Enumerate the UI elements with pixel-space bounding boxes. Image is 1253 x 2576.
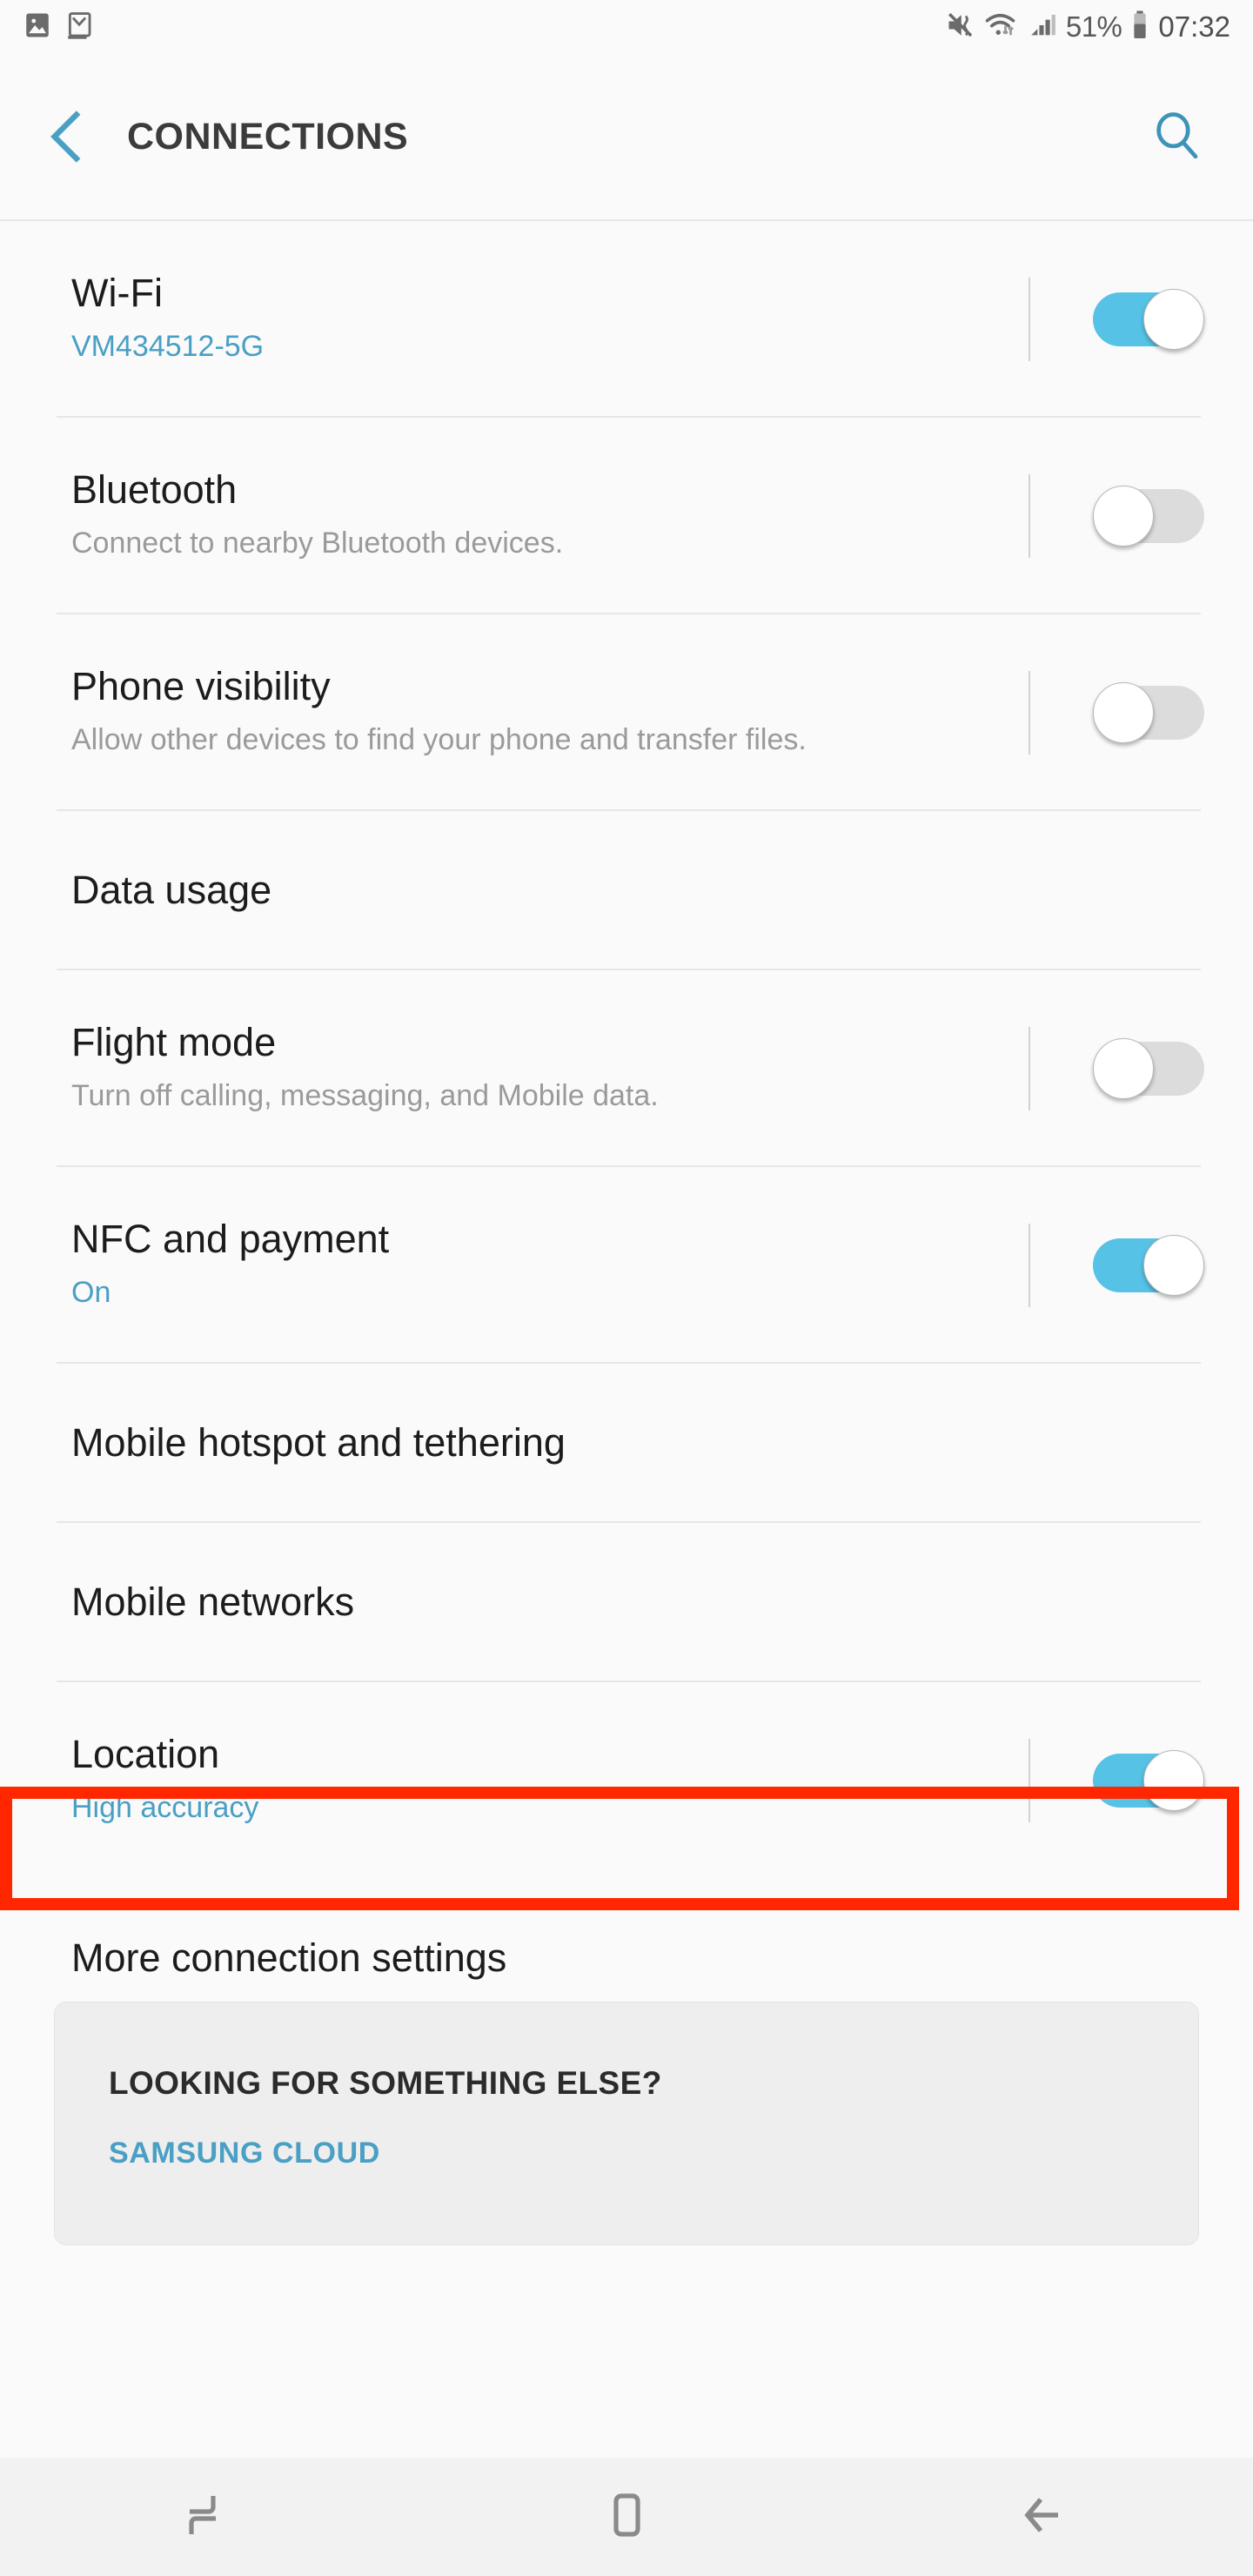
toggle-thumb bbox=[1093, 1038, 1154, 1099]
control-divider bbox=[1029, 1739, 1030, 1822]
back-chevron-icon[interactable] bbox=[16, 110, 118, 164]
bluetooth-toggle[interactable] bbox=[1093, 486, 1204, 547]
control-divider bbox=[1029, 474, 1030, 558]
row-control bbox=[1029, 1027, 1204, 1110]
toggle-thumb bbox=[1143, 1750, 1204, 1811]
settings-row-phone-visibility[interactable]: Phone visibility Allow other devices to … bbox=[0, 614, 1253, 811]
row-label: Mobile hotspot and tethering bbox=[71, 1420, 566, 1466]
row-label: Mobile networks bbox=[71, 1580, 355, 1625]
toggle-thumb bbox=[1143, 1235, 1204, 1296]
row-control bbox=[1029, 1739, 1204, 1822]
page-title: CONNECTIONS bbox=[127, 115, 409, 158]
row-sublabel: High accuracy bbox=[71, 1790, 259, 1824]
toggle-thumb bbox=[1093, 682, 1154, 743]
app-header: CONNECTIONS bbox=[0, 54, 1253, 221]
flight-mode-toggle[interactable] bbox=[1093, 1038, 1204, 1099]
settings-row-mobile-hotspot-and-tethering[interactable]: Mobile hotspot and tethering bbox=[0, 1364, 1253, 1523]
row-control bbox=[1029, 671, 1204, 755]
row-control bbox=[1029, 278, 1204, 361]
toggle-thumb bbox=[1143, 289, 1204, 350]
samsung-cloud-link[interactable]: SAMSUNG CLOUD bbox=[109, 2137, 1198, 2170]
clock-label: 07:32 bbox=[1158, 10, 1230, 43]
toggle-thumb bbox=[1093, 486, 1154, 547]
home-button[interactable] bbox=[418, 2458, 835, 2576]
row-sublabel: Allow other devices to find your phone a… bbox=[71, 722, 807, 756]
gallery-image-icon bbox=[23, 10, 52, 44]
nfc-toggle[interactable] bbox=[1093, 1235, 1204, 1296]
row-label: NFC and payment bbox=[71, 1217, 390, 1262]
location-toggle[interactable] bbox=[1093, 1750, 1204, 1811]
row-sublabel: On bbox=[71, 1275, 111, 1309]
home-icon bbox=[599, 2487, 654, 2547]
row-label: Location bbox=[71, 1732, 220, 1777]
control-divider bbox=[1029, 671, 1030, 755]
looking-for-something-else-card: LOOKING FOR SOMETHING ELSE? SAMSUNG CLOU… bbox=[54, 2002, 1199, 2245]
settings-list: Wi-Fi VM434512-5G Bluetooth Connect to n… bbox=[0, 221, 1253, 2038]
control-divider bbox=[1029, 278, 1030, 361]
row-sublabel: Turn off calling, messaging, and Mobile … bbox=[71, 1078, 659, 1112]
gmail-icon bbox=[64, 10, 94, 44]
settings-row-nfc-and-payment[interactable]: NFC and payment On bbox=[0, 1167, 1253, 1364]
row-control bbox=[1029, 1224, 1204, 1307]
mute-vibrate-icon bbox=[945, 10, 976, 45]
row-sublabel: VM434512-5G bbox=[71, 329, 265, 363]
card-title: LOOKING FOR SOMETHING ELSE? bbox=[109, 2065, 662, 2101]
row-sublabel: Connect to nearby Bluetooth devices. bbox=[71, 526, 564, 560]
search-icon[interactable] bbox=[1150, 110, 1204, 164]
signal-bars-icon bbox=[1027, 10, 1058, 44]
battery-icon bbox=[1129, 10, 1150, 45]
back-button[interactable] bbox=[835, 2458, 1253, 2576]
settings-row-data-usage[interactable]: Data usage bbox=[0, 811, 1253, 970]
phone-visibility-toggle[interactable] bbox=[1093, 682, 1204, 743]
recents-button[interactable] bbox=[0, 2458, 418, 2576]
settings-row-location[interactable]: Location High accuracy bbox=[0, 1682, 1253, 1879]
control-divider bbox=[1029, 1224, 1030, 1307]
row-label: Phone visibility bbox=[71, 664, 331, 709]
settings-row-bluetooth[interactable]: Bluetooth Connect to nearby Bluetooth de… bbox=[0, 418, 1253, 614]
system-navigation-bar bbox=[0, 2458, 1253, 2576]
control-divider bbox=[1029, 1027, 1030, 1110]
row-label: Bluetooth bbox=[71, 467, 238, 513]
status-bar-notification-icons bbox=[23, 10, 94, 44]
battery-percent-label: 51% bbox=[1065, 10, 1122, 43]
settings-row-wifi[interactable]: Wi-Fi VM434512-5G bbox=[0, 221, 1253, 418]
row-label: Data usage bbox=[71, 868, 272, 913]
nav-back-arrow-icon bbox=[1016, 2487, 1072, 2547]
settings-row-mobile-networks[interactable]: Mobile networks bbox=[0, 1523, 1253, 1682]
row-control bbox=[1029, 474, 1204, 558]
row-label: Wi-Fi bbox=[71, 271, 163, 316]
settings-row-flight-mode[interactable]: Flight mode Turn off calling, messaging,… bbox=[0, 970, 1253, 1167]
phone-screen: 51% 07:32 CONNECTIONS Wi-Fi VM434512-5G … bbox=[0, 0, 1253, 2576]
status-bar-system-icons: 51% 07:32 bbox=[945, 10, 1230, 45]
recents-icon bbox=[181, 2487, 237, 2547]
status-bar: 51% 07:32 bbox=[0, 0, 1253, 54]
row-label: Flight mode bbox=[71, 1020, 277, 1065]
wifi-toggle[interactable] bbox=[1093, 289, 1204, 350]
row-label: More connection settings bbox=[71, 1935, 507, 1981]
wifi-icon bbox=[984, 10, 1019, 45]
